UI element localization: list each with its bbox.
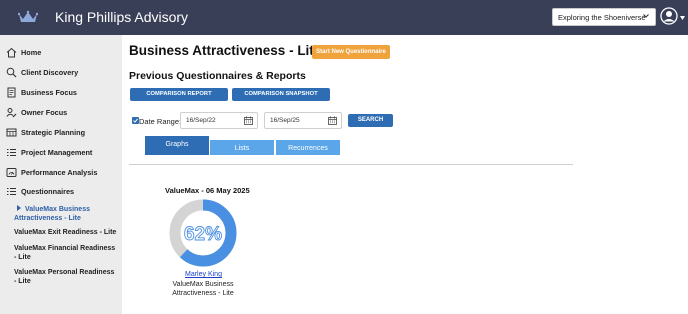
calendar-icon[interactable]: [328, 116, 337, 125]
sidebar-item-label: Project Management: [21, 147, 93, 157]
start-new-questionnaire-button[interactable]: Start New Questionnaire: [312, 45, 390, 59]
brand-name[interactable]: King Phillips Advisory: [55, 9, 188, 25]
gauge-icon: [6, 167, 17, 177]
calendar-grid-icon: [6, 128, 17, 136]
sidebar-item-label: Owner Focus: [21, 107, 68, 117]
page-title: Business Attractiveness - Lite: [129, 43, 322, 58]
calendar-icon[interactable]: [244, 116, 253, 125]
date-to-input[interactable]: 16/Sep/25: [264, 112, 342, 129]
date-range-label: Date Range:: [139, 117, 182, 126]
sidebar-item-performance-analysis[interactable]: Performance Analysis: [6, 165, 97, 179]
shoeniverse-select[interactable]: Exploring the Shoeniverse: [552, 8, 656, 26]
sidebar-item-label: Client Discovery: [21, 67, 79, 77]
comparison-report-button[interactable]: COMPARISON REPORT: [130, 88, 228, 101]
assessment-name: ValueMax Business Attractiveness - Lite: [172, 281, 234, 297]
tab-lists[interactable]: Lists: [210, 140, 274, 155]
comparison-snapshot-button[interactable]: COMPARISON SNAPSHOT: [232, 88, 330, 101]
date-from-value: 16/Sep/22: [186, 117, 216, 124]
top-navbar: King Phillips Advisory Exploring the Sho…: [0, 0, 688, 35]
section-title: Previous Questionnaires & Reports: [129, 70, 306, 82]
list-icon: [7, 148, 16, 156]
sidebar-item-label: Business Focus: [21, 87, 77, 97]
sidebar-item-label: Performance Analysis: [21, 167, 98, 177]
tab-divider: [129, 164, 573, 165]
sidebar-item-home[interactable]: Home: [6, 45, 41, 59]
sidebar-subitem-label: ValueMax Financial Readiness - Lite: [14, 245, 116, 261]
score-donut-chart[interactable]: 62%: [169, 199, 237, 267]
sidebar-subitem-label: ValueMax Exit Readiness - Lite: [14, 229, 117, 236]
sidebar-subitem-exit-readiness[interactable]: ValueMax Exit Readiness - Lite: [14, 229, 118, 238]
sidebar-item-project-management[interactable]: Project Management: [6, 145, 92, 159]
sidebar-item-label: Questionnaires: [21, 186, 75, 196]
tab-recurrences[interactable]: Recurrences: [276, 140, 340, 155]
user-edit-icon: [6, 107, 17, 117]
date-from-input[interactable]: 16/Sep/22: [180, 112, 258, 129]
sidebar-item-label: Home: [21, 47, 42, 57]
result-card-title: ValueMax - 06 May 2025: [165, 186, 250, 195]
chevron-down-icon: [643, 14, 649, 18]
sidebar: Home Client Discovery Business Focus Own…: [0, 35, 122, 314]
list-icon: [7, 187, 16, 195]
date-range-checkbox[interactable]: [132, 117, 139, 124]
sidebar-subitem-financial-readiness[interactable]: ValueMax Financial Readiness - Lite: [14, 245, 118, 262]
sidebar-subitem-label: ValueMax Business Attractiveness - Lite: [14, 206, 90, 222]
search-icon: [6, 67, 17, 77]
document-icon: [7, 87, 16, 97]
sidebar-item-business-focus[interactable]: Business Focus: [6, 85, 77, 99]
sidebar-item-label: Strategic Planning: [21, 127, 86, 137]
tab-graphs[interactable]: Graphs: [145, 136, 209, 155]
search-button[interactable]: SEARCH: [348, 114, 393, 127]
caret-down-icon[interactable]: [680, 16, 685, 20]
score-donut-label: 62%: [184, 224, 222, 245]
sidebar-item-questionnaires[interactable]: Questionnaires: [6, 184, 74, 198]
shoeniverse-select-value: Exploring the Shoeniverse: [558, 13, 646, 22]
sidebar-subitem-personal-readiness[interactable]: ValueMax Personal Readiness - Lite: [14, 269, 118, 286]
sidebar-item-strategic-planning[interactable]: Strategic Planning: [6, 125, 85, 139]
date-to-value: 16/Sep/25: [270, 117, 300, 124]
person-link[interactable]: Marley King: [185, 271, 222, 278]
sidebar-subitem-business-attractiveness[interactable]: ValueMax Business Attractiveness - Lite: [14, 205, 118, 223]
user-avatar-icon[interactable]: [660, 7, 678, 25]
crown-icon[interactable]: [18, 10, 38, 24]
sidebar-item-client-discovery[interactable]: Client Discovery: [6, 65, 78, 79]
sidebar-item-owner-focus[interactable]: Owner Focus: [6, 105, 67, 119]
sidebar-subitem-label: ValueMax Personal Readiness - Lite: [14, 269, 115, 285]
caret-right-icon: [17, 205, 21, 211]
home-icon: [6, 47, 17, 57]
